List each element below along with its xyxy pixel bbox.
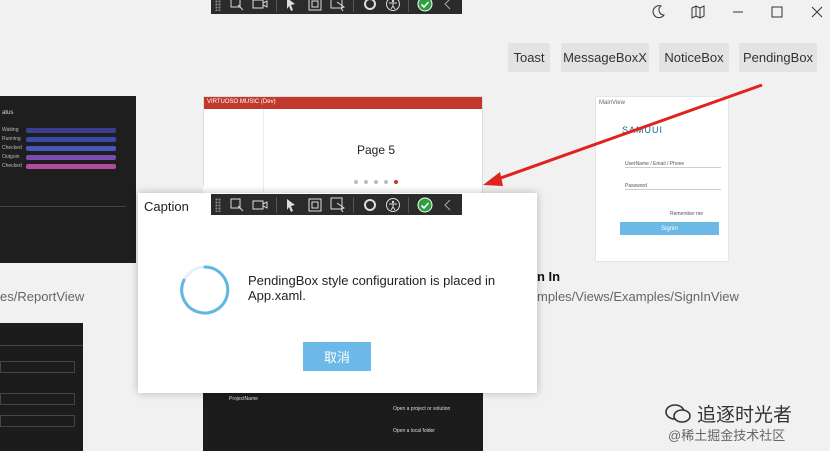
open-folder-item[interactable]: Open a local folder — [393, 428, 435, 434]
toolbar-separator — [353, 0, 355, 12]
pendingbox-dialog: Caption PendingBox style configuration i… — [138, 193, 537, 393]
collapse-chevron-icon[interactable] — [437, 196, 458, 214]
signin-view-card[interactable]: MainView SAMUUI UserName / Email / Phone… — [595, 96, 729, 262]
report-bar — [26, 137, 116, 142]
report-bar — [26, 128, 116, 133]
watermark-name: 追逐时光者 — [697, 405, 793, 426]
toolbar-separator — [408, 0, 410, 12]
signin-card-title: MainView — [599, 100, 625, 106]
tab-noticebox[interactable]: NoticeBox — [659, 43, 729, 72]
minimize-icon[interactable] — [718, 0, 758, 24]
report-bar — [26, 155, 116, 160]
bottom-left-dark-card[interactable] — [0, 323, 83, 451]
video-icon[interactable] — [250, 196, 271, 214]
open-project-item[interactable]: Open a project or solution — [393, 406, 450, 412]
tab-toast[interactable]: Toast — [508, 43, 550, 72]
report-view-card[interactable]: atus Waiting Running Checked Outgoin Che… — [0, 96, 136, 263]
dialog-caption: Caption — [144, 199, 189, 214]
track-focus-icon[interactable] — [327, 0, 348, 13]
pointer-select-icon[interactable] — [282, 0, 303, 13]
tab-pendingbox[interactable]: PendingBox — [739, 43, 817, 72]
signin-username-field[interactable]: UserName / Email / Phone — [625, 161, 721, 168]
debug-toolbar-top — [211, 0, 462, 14]
watermark: 追逐时光者 — [665, 400, 792, 427]
select-element-icon[interactable] — [227, 0, 248, 13]
map-icon[interactable] — [678, 0, 718, 24]
page-view-card[interactable]: VIRTUOSO MUSIC (Dev) Page 5 — [203, 96, 483, 194]
maximize-icon[interactable] — [757, 0, 797, 24]
cancel-button[interactable]: 取消 — [303, 342, 371, 371]
grip-handle[interactable] — [215, 0, 221, 11]
check-icon[interactable] — [414, 0, 435, 13]
field-box[interactable] — [0, 415, 75, 427]
tab-messageboxx[interactable]: MessageBoxX — [561, 43, 649, 72]
accessibility-icon[interactable] — [382, 196, 403, 214]
bottom-middle-dark-card[interactable]: ProjectName Open a project or solution O… — [203, 393, 483, 451]
report-table — [0, 206, 126, 256]
close-icon[interactable] — [797, 0, 830, 24]
report-row-label: Waiting — [2, 127, 19, 133]
page-card-sidebar — [204, 109, 264, 193]
report-bar — [26, 164, 116, 169]
divider — [0, 345, 83, 346]
collapse-chevron-icon[interactable] — [437, 0, 458, 13]
video-icon[interactable] — [250, 0, 271, 13]
signin-logo: SAMUUI — [622, 125, 664, 135]
pager-dots[interactable] — [354, 180, 398, 184]
debug-toolbar-overlay — [211, 194, 462, 215]
signinview-path-label[interactable]: mples/Views/Examples/SignInView — [537, 289, 739, 304]
toolbar-separator — [275, 196, 277, 213]
layout-adorner-icon[interactable] — [304, 0, 325, 13]
accessibility-icon[interactable] — [382, 0, 403, 13]
check-icon[interactable] — [414, 196, 435, 214]
report-bar — [26, 146, 116, 151]
report-row-label: Outgoin — [2, 154, 20, 160]
signin-button-label: Signin — [661, 225, 678, 232]
report-row-label: Running — [2, 136, 21, 142]
report-row-label: Checked — [2, 145, 22, 151]
page-card-header: VIRTUOSO MUSIC (Dev) — [204, 97, 482, 109]
reportview-path-label[interactable]: es/ReportView — [0, 289, 84, 304]
signin-title-label: n In — [537, 269, 561, 284]
loading-spinner-icon — [180, 265, 230, 315]
field-box[interactable] — [0, 393, 75, 405]
project-name-label: ProjectName — [229, 396, 258, 402]
wechat-icon — [665, 403, 691, 423]
toolbar-separator — [275, 0, 277, 12]
toolbar-separator — [353, 196, 355, 213]
report-row-label: Checked — [2, 163, 22, 169]
signin-remember-label: Remember me — [670, 211, 704, 217]
pointer-select-icon[interactable] — [282, 196, 303, 214]
page-card-header-title: VIRTUOSO MUSIC (Dev) — [207, 99, 276, 105]
select-element-icon[interactable] — [227, 196, 248, 214]
signin-button[interactable]: Signin — [620, 222, 719, 235]
signin-password-field[interactable]: Password — [625, 183, 721, 190]
hot-reload-icon[interactable] — [359, 196, 380, 214]
watermark-site: @稀土掘金技术社区 — [668, 428, 786, 443]
layout-adorner-icon[interactable] — [304, 196, 325, 214]
toolbar-separator — [408, 196, 410, 213]
theme-moon-icon[interactable] — [638, 0, 678, 24]
page-label: Page 5 — [357, 143, 396, 157]
dialog-message: PendingBox style configuration is placed… — [248, 273, 496, 303]
track-focus-icon[interactable] — [327, 196, 348, 214]
hot-reload-icon[interactable] — [359, 0, 380, 13]
grip-handle[interactable] — [215, 197, 221, 212]
field-box[interactable] — [0, 361, 75, 373]
report-card-title: atus — [2, 110, 14, 116]
